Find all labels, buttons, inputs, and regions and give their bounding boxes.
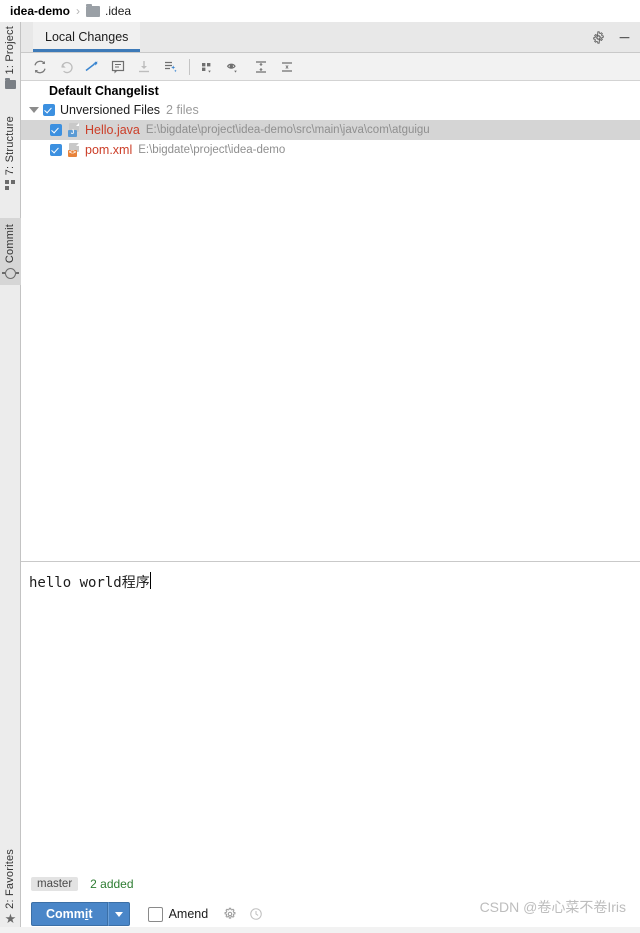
commit-dropdown-button[interactable] — [107, 902, 130, 926]
unversioned-count: 2 files — [166, 103, 199, 117]
commit-message-value: hello world程序 — [29, 575, 150, 591]
breadcrumb: idea-demo › .idea — [0, 0, 640, 22]
sidebar-item-project-label: 1: Project — [4, 26, 16, 75]
preview-icon[interactable] — [222, 55, 248, 79]
file-path: E:\bigdate\project\idea-demo\src\main\ja… — [145, 124, 430, 136]
breadcrumb-directory[interactable]: .idea — [105, 4, 131, 18]
structure-icon — [5, 179, 17, 191]
chevron-down-icon — [114, 911, 123, 917]
sidebar-item-commit-label: Commit — [4, 224, 16, 264]
tree-row-unversioned-files[interactable]: Unversioned Files 2 files — [21, 100, 640, 120]
minimize-icon[interactable] — [616, 29, 632, 45]
sidebar-item-favorites-label: 2: Favorites — [4, 849, 16, 909]
xml-file-badge: <> — [68, 150, 77, 157]
collapse-all-icon[interactable] — [274, 55, 300, 79]
text-caret — [149, 572, 151, 589]
file-path: E:\bigdate\project\idea-demo — [138, 144, 286, 156]
show-diff-icon[interactable] — [105, 55, 131, 79]
breadcrumb-separator: › — [76, 4, 81, 18]
file-checkbox[interactable] — [50, 124, 62, 136]
commit-icon — [2, 267, 19, 279]
amend-checkbox[interactable] — [147, 906, 163, 922]
sidebar-item-favorites[interactable]: 2: Favorites ★ — [0, 849, 21, 925]
chevron-down-icon[interactable] — [29, 107, 39, 113]
status-badge: 2 added — [90, 877, 134, 891]
tab-local-changes-label: Local Changes — [45, 30, 129, 44]
sidebar-item-structure[interactable]: 7: Structure — [0, 116, 21, 191]
expand-all-icon[interactable] — [248, 55, 274, 79]
java-file-badge: J — [68, 130, 77, 137]
commit-options-gear-icon[interactable] — [222, 906, 238, 922]
sidebar-item-structure-label: 7: Structure — [4, 116, 16, 176]
changes-toolbar — [21, 53, 640, 81]
watermark: CSDN @卷心菜不卷Iris — [479, 899, 626, 915]
commit-message-input[interactable]: hello world程序 — [27, 568, 638, 592]
bottom-strip — [0, 927, 640, 933]
breadcrumb-project[interactable]: idea-demo — [10, 4, 70, 18]
commit-history-clock-icon[interactable] — [248, 906, 264, 922]
commit-panel: Local Changes Default Changelist Unversi… — [21, 22, 640, 933]
changelist-title: Default Changelist — [49, 83, 159, 98]
shelve-icon[interactable] — [79, 55, 105, 79]
tab-local-changes[interactable]: Local Changes — [33, 22, 141, 52]
sidebar-item-commit[interactable]: Commit — [0, 218, 21, 286]
commit-message-box[interactable]: hello world程序 — [21, 561, 640, 861]
move-to-changelist-icon[interactable] — [157, 55, 183, 79]
commit-message-inner: hello world程序 — [27, 568, 638, 859]
settings-icon[interactable] — [590, 29, 606, 45]
tree-row-changelist[interactable]: Default Changelist — [21, 81, 640, 100]
idea-commit-tool-window: idea-demo › .idea 1: Project 7: Structur… — [0, 0, 640, 933]
commit-button[interactable]: Comm i t — [31, 902, 108, 926]
window-actions — [590, 22, 632, 52]
file-checkbox[interactable] — [50, 144, 62, 156]
tab-bar: Local Changes — [21, 22, 640, 53]
java-file-icon: J — [67, 123, 81, 137]
folder-icon — [5, 77, 17, 90]
commit-button-label-pre: Comm — [46, 907, 85, 921]
table-row[interactable]: <> pom.xml E:\bigdate\project\idea-demo — [21, 140, 640, 160]
rollback-icon — [53, 55, 79, 79]
unversioned-label: Unversioned Files — [60, 103, 161, 117]
group-by-icon[interactable] — [196, 55, 222, 79]
sidebar-item-project[interactable]: 1: Project — [0, 26, 21, 90]
star-icon: ★ — [4, 911, 17, 926]
amend-label: Amend — [168, 907, 209, 921]
file-name: Hello.java — [85, 123, 140, 137]
commit-status-row: master 2 added — [21, 873, 640, 895]
update-icon — [131, 55, 157, 79]
table-row[interactable]: J Hello.java E:\bigdate\project\idea-dem… — [21, 120, 640, 140]
amend-option[interactable]: Amend — [147, 906, 209, 922]
toolbar-separator — [189, 58, 190, 75]
xml-file-icon: <> — [67, 143, 81, 157]
commit-button-label-post: t — [88, 907, 93, 921]
commit-bar-icons — [222, 906, 264, 922]
unversioned-checkbox[interactable] — [43, 104, 55, 116]
refresh-icon[interactable] — [27, 55, 53, 79]
file-name: pom.xml — [85, 143, 133, 157]
folder-icon — [86, 3, 101, 17]
changes-tree[interactable]: Default Changelist Unversioned Files 2 f… — [21, 81, 640, 561]
left-tool-window-bar: 1: Project 7: Structure Commit 2: Favori… — [0, 22, 21, 933]
branch-badge[interactable]: master — [31, 877, 79, 891]
